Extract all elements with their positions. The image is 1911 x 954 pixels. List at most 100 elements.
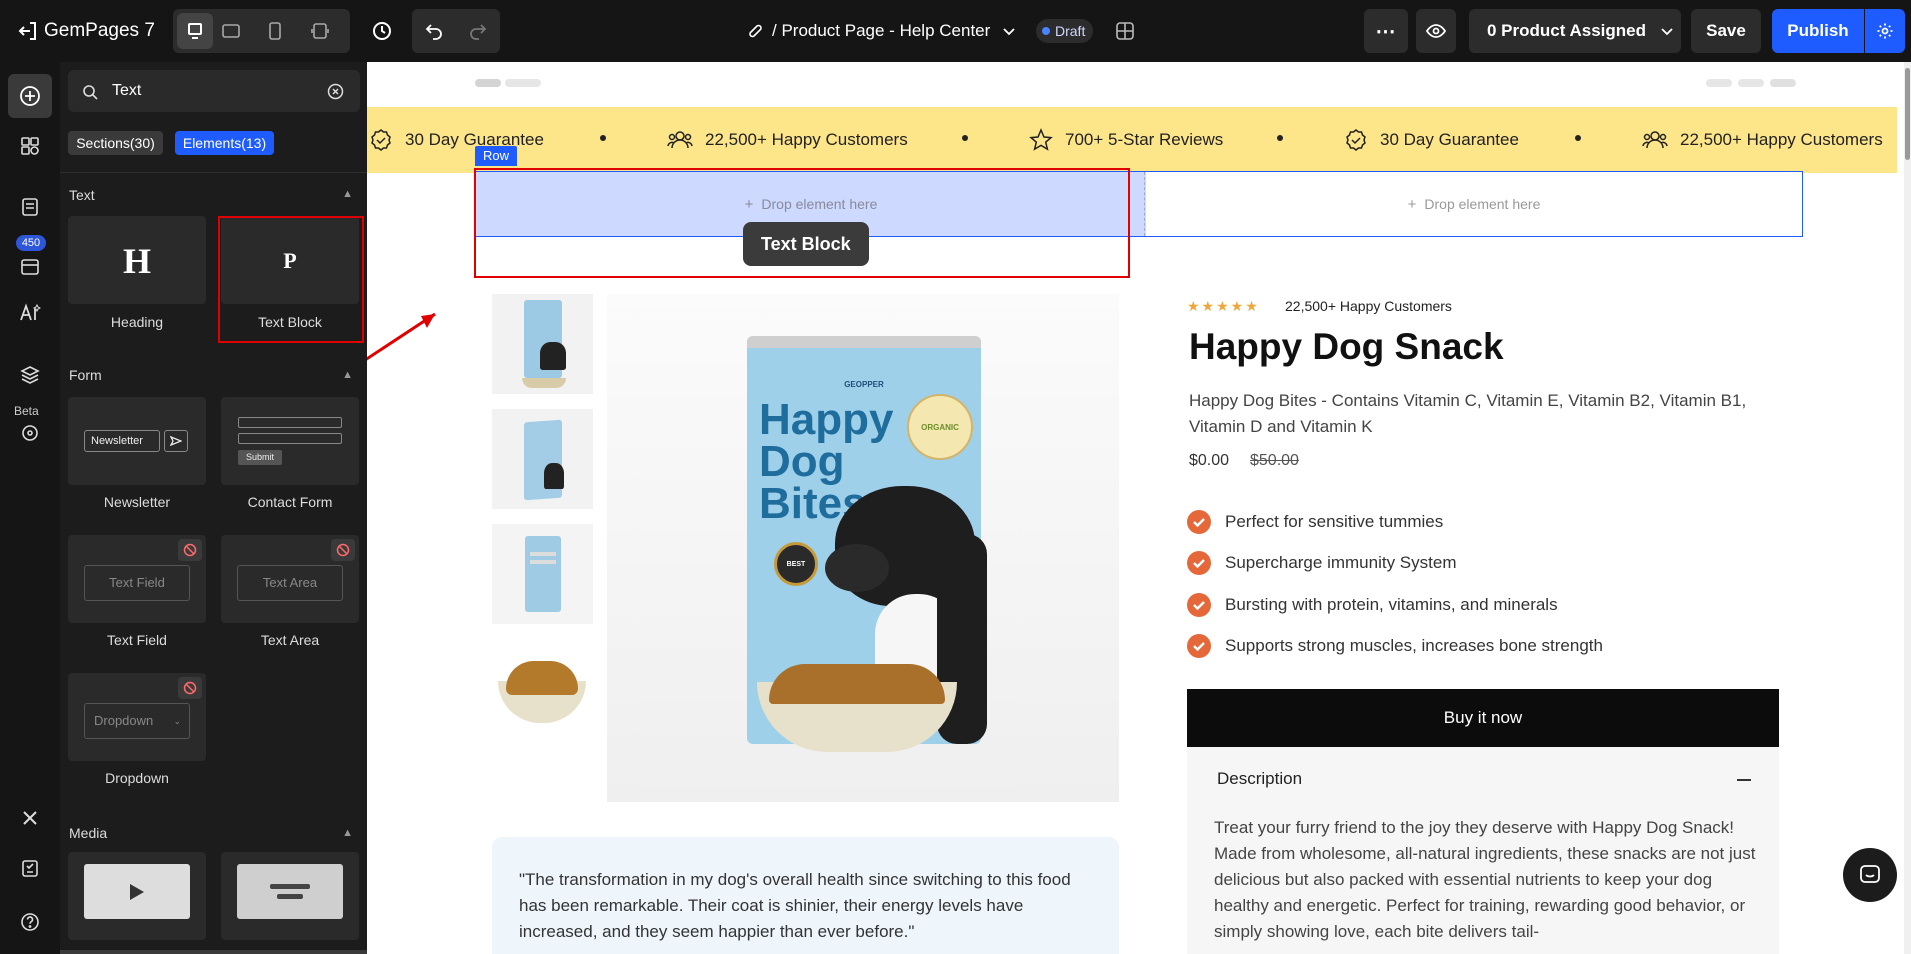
search-box [68, 70, 360, 112]
thumbnail-2[interactable] [492, 409, 593, 509]
sections-icon[interactable] [14, 130, 46, 162]
clear-search-icon[interactable] [327, 83, 344, 100]
thumbnail-3[interactable] [492, 524, 593, 624]
collapse-text-icon[interactable]: ▲ [342, 188, 353, 200]
organic-badge: ORGANIC [907, 394, 973, 460]
dropdown-preview: Dropdown ⌄ [84, 703, 190, 739]
check-circle-icon [1187, 510, 1211, 534]
newsletter-element[interactable]: Newsletter [68, 397, 206, 485]
x-brand-icon[interactable] [14, 802, 46, 834]
text-area-element[interactable]: Text Area [221, 535, 359, 623]
benefit-text: Supercharge immunity System [1225, 553, 1457, 572]
exit-icon[interactable] [16, 19, 40, 43]
device-switcher [173, 9, 350, 53]
marquee-text: 22,500+ Happy Customers [1680, 130, 1883, 149]
best-text: BEST [786, 560, 806, 568]
benefit-text: Supports strong muscles, increases bone … [1225, 636, 1603, 655]
row-label[interactable]: Row [475, 146, 518, 166]
search-input[interactable] [112, 80, 312, 102]
contact-form-element[interactable]: Submit [221, 397, 359, 485]
check-circle-icon [1187, 634, 1211, 658]
apps-icon[interactable] [14, 251, 46, 283]
video-icon [84, 864, 190, 919]
marquee-item: 30 Day Guarantee [369, 128, 544, 152]
canvas-scrollbar-thumb[interactable] [1905, 68, 1910, 160]
newsletter-label: Newsletter [103, 494, 171, 510]
pages-icon[interactable] [14, 191, 46, 223]
section-title-media: Media [69, 825, 108, 841]
undo-icon[interactable] [424, 21, 444, 41]
dropdown-preview-text: Dropdown [94, 713, 154, 728]
marquee-item: 30 Day Guarantee [1344, 128, 1519, 152]
add-element-icon[interactable] [8, 74, 52, 118]
beta-feature-icon[interactable] [14, 417, 46, 449]
product-assigned-dropdown[interactable]: 0 Product Assigned [1469, 9, 1681, 53]
checklist-icon[interactable] [14, 852, 46, 884]
desktop-view-icon[interactable] [177, 13, 213, 49]
image-text-element[interactable] [221, 852, 359, 940]
more-dots-icon: ⋯ [1375, 20, 1397, 43]
preview-button[interactable] [1416, 9, 1456, 53]
status-label: Draft [1055, 23, 1086, 39]
search-icon [82, 84, 98, 100]
header-nav-placeholder [1738, 79, 1764, 87]
dropdown-label: Dropdown [105, 770, 169, 786]
description-title: Description [1217, 769, 1303, 788]
form-field-preview [238, 417, 342, 428]
history-icon[interactable] [370, 19, 394, 43]
tab-elements[interactable]: Elements(13) [175, 131, 274, 155]
publish-button[interactable]: Publish [1772, 9, 1864, 53]
page-selector[interactable]: / Product Page - Help Center [746, 18, 1016, 44]
bag-title-line1: Happy [759, 395, 894, 444]
tablet-landscape-icon[interactable] [221, 22, 241, 40]
video-element[interactable] [68, 852, 206, 940]
ai-icon[interactable] [14, 297, 46, 329]
tab-sections[interactable]: Sections(30) [68, 131, 163, 155]
panel-scrollbar[interactable] [60, 950, 367, 954]
global-style-icon[interactable] [1114, 20, 1136, 42]
more-options-button[interactable]: ⋯ [1364, 9, 1408, 53]
help-icon[interactable] [14, 906, 46, 938]
testimonial-text: "The transformation in my dog's overall … [519, 870, 1071, 941]
thumbnail-4[interactable] [492, 639, 593, 739]
top-toolbar: GemPages 7 / Product Page - Help Center [0, 0, 1911, 62]
dropdown-element[interactable]: Dropdown ⌄ [68, 673, 206, 761]
buy-now-button[interactable]: Buy it now [1187, 689, 1779, 747]
bag-brand: GEOPPER [844, 380, 884, 389]
layers-icon[interactable] [14, 359, 46, 391]
text-field-element[interactable]: Text Field [68, 535, 206, 623]
custom-size-icon[interactable] [310, 21, 330, 41]
marquee-dot [1575, 135, 1581, 141]
beta-label: Beta [14, 404, 39, 418]
collapse-form-icon[interactable]: ▲ [342, 369, 353, 381]
organic-text: ORGANIC [921, 422, 959, 432]
thumbnail-1[interactable] [492, 294, 593, 394]
drag-ghost-text-block[interactable]: Text Block [743, 222, 869, 266]
chevron-down-icon [1661, 28, 1673, 36]
drop-zone-right[interactable]: + Drop element here [1146, 172, 1802, 236]
save-button[interactable]: Save [1691, 9, 1761, 53]
drop-zone-text: Drop element here [1424, 196, 1541, 212]
dog-snout [825, 544, 889, 592]
submit-preview: Submit [238, 450, 282, 465]
collapse-media-icon[interactable]: ▲ [342, 827, 353, 839]
kibble [769, 664, 945, 704]
status-dot [1042, 27, 1050, 35]
collapse-minus-icon[interactable] [1737, 779, 1751, 781]
star-icon [1029, 128, 1053, 151]
plus-icon: + [1407, 195, 1417, 213]
publish-settings-button[interactable] [1865, 9, 1905, 53]
benefit-text: Perfect for sensitive tummies [1225, 512, 1444, 531]
chat-launcher[interactable] [1843, 848, 1897, 902]
description-header[interactable]: Description [1187, 747, 1779, 813]
heading-element[interactable]: H [68, 216, 206, 304]
product-title: Happy Dog Snack [1189, 326, 1504, 367]
status-badge: Draft [1036, 19, 1094, 43]
redo-icon[interactable] [468, 21, 488, 41]
heading-label: Heading [110, 314, 164, 330]
mobile-view-icon[interactable] [268, 21, 282, 41]
product-main-image[interactable]: GEOPPER Happy Dog Bites ORGANIC BEST [607, 294, 1119, 802]
description-text: Treat your furry friend to the joy they … [1214, 818, 1756, 941]
newsletter-input-preview: Newsletter [84, 430, 160, 452]
benefit-text: Bursting with protein, vitamins, and min… [1225, 595, 1558, 614]
